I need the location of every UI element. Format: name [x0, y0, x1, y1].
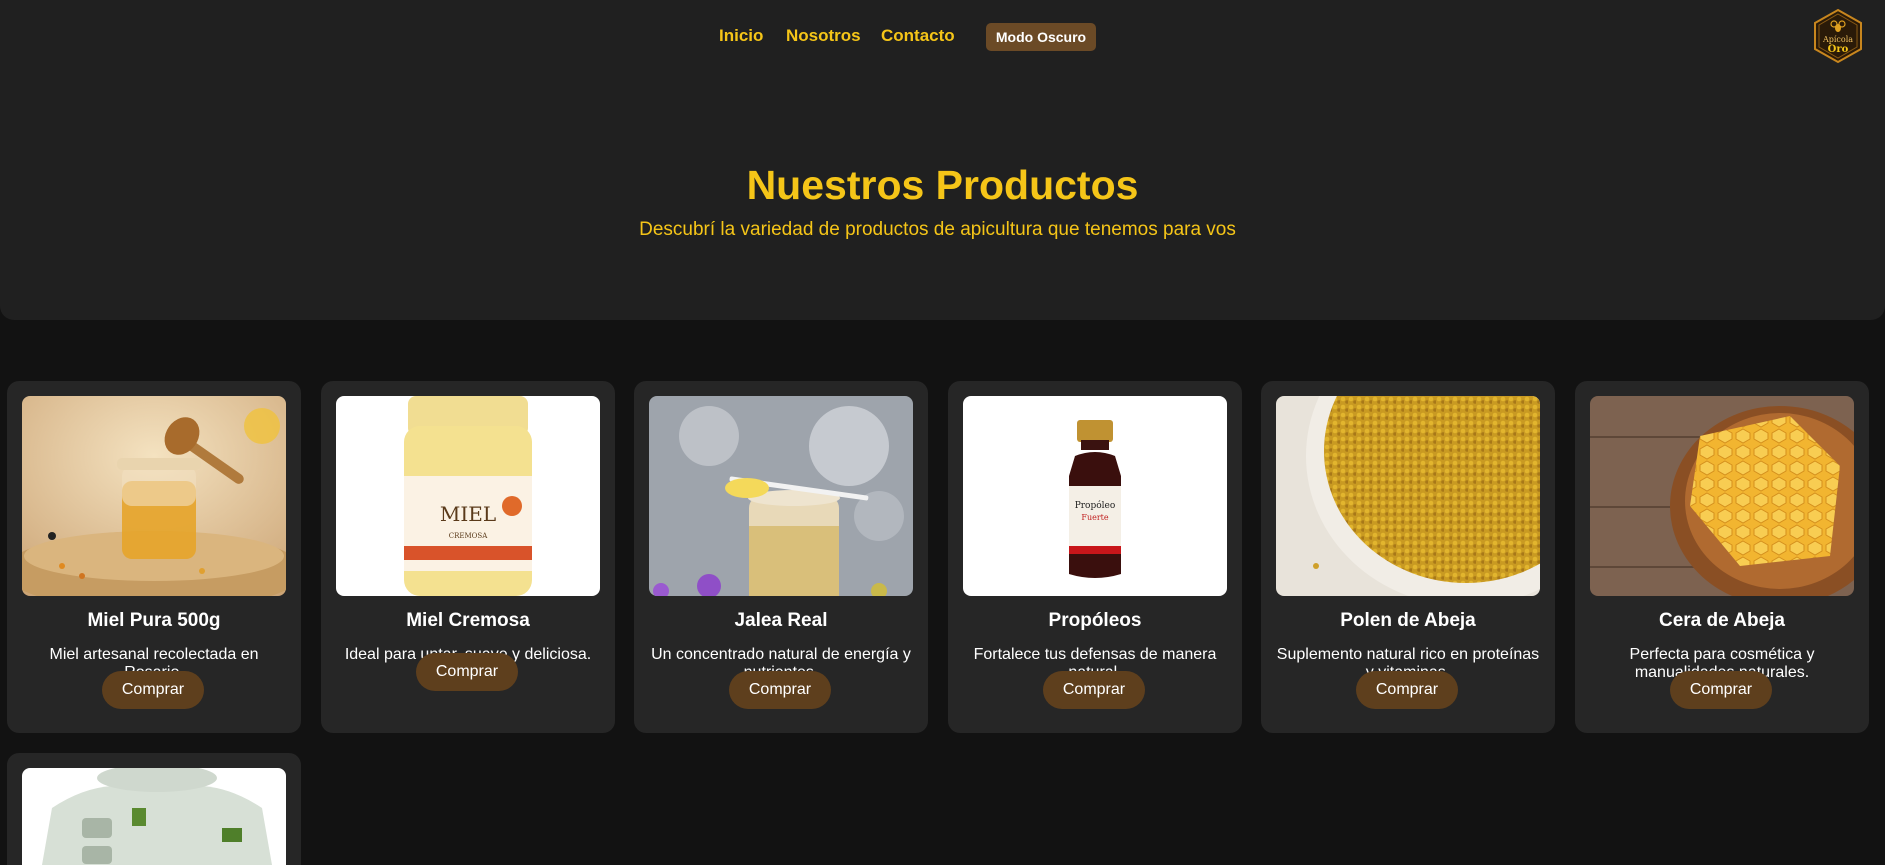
beekeeper-suit-image [22, 768, 286, 865]
nav-link-inicio[interactable]: Inicio [719, 26, 763, 46]
svg-text:CREMOSA: CREMOSA [449, 532, 488, 540]
product-title: Cera de Abeja [1658, 610, 1785, 631]
buy-button[interactable]: Comprar [102, 671, 204, 709]
product-title: Miel Pura 500g [87, 610, 221, 631]
page-subtitle: Descubrí la variedad de productos de api… [639, 219, 1236, 240]
logo-text-line1: Apícola [1822, 35, 1853, 44]
page-title: Nuestros Productos [746, 162, 1139, 208]
product-card: Propóleo Fuerte Propóleos Fortalece tus … [948, 381, 1242, 733]
svg-text:Fuerte: Fuerte [1081, 513, 1108, 522]
product-title: Jalea Real [734, 610, 828, 631]
buy-button[interactable]: Comprar [1670, 671, 1772, 709]
product-title: Polen de Abeja [1340, 610, 1476, 631]
hero-section: Inicio Nosotros Contacto Modo Oscuro Apí… [0, 0, 1885, 320]
bee-pollen-bowl-image [1276, 396, 1540, 596]
product-card [7, 753, 301, 865]
bee-hexagon-logo-icon: Apícola Oro [1814, 8, 1862, 64]
dark-mode-toggle-button[interactable]: Modo Oscuro [986, 23, 1096, 51]
product-title: Miel Cremosa [406, 610, 530, 631]
product-card: Polen de Abeja Suplemento natural rico e… [1261, 381, 1555, 733]
buy-button[interactable]: Comprar [729, 671, 831, 709]
buy-button[interactable]: Comprar [1356, 671, 1458, 709]
product-title: Propóleos [1048, 610, 1142, 631]
logo-text-line2: Oro [1828, 44, 1849, 55]
nav-link-nosotros[interactable]: Nosotros [786, 26, 861, 46]
nav-link-contacto[interactable]: Contacto [881, 26, 955, 46]
royal-jelly-jar-image [649, 396, 913, 596]
product-card: Miel Pura 500g Miel artesanal recolectad… [7, 381, 301, 733]
brand-logo[interactable]: Apícola Oro [1812, 8, 1864, 64]
buy-button[interactable]: Comprar [1043, 671, 1145, 709]
honey-jar-dipper-image [22, 396, 286, 596]
product-card: MIEL CREMOSA Miel Cremosa Ideal para unt… [321, 381, 615, 733]
svg-text:MIEL: MIEL [440, 502, 496, 526]
product-card: Jalea Real Un concentrado natural de ene… [634, 381, 928, 733]
product-card: Cera de Abeja Perfecta para cosmética y … [1575, 381, 1869, 733]
buy-button[interactable]: Comprar [416, 653, 518, 691]
svg-text:Propóleo: Propóleo [1075, 500, 1116, 511]
main-nav: Inicio Nosotros Contacto Modo Oscuro [0, 22, 1885, 52]
propolis-bottle-image: Propóleo Fuerte [963, 396, 1227, 596]
creamy-honey-jar-image: MIEL CREMOSA [336, 396, 600, 596]
honeycomb-bowl-image [1590, 396, 1854, 596]
